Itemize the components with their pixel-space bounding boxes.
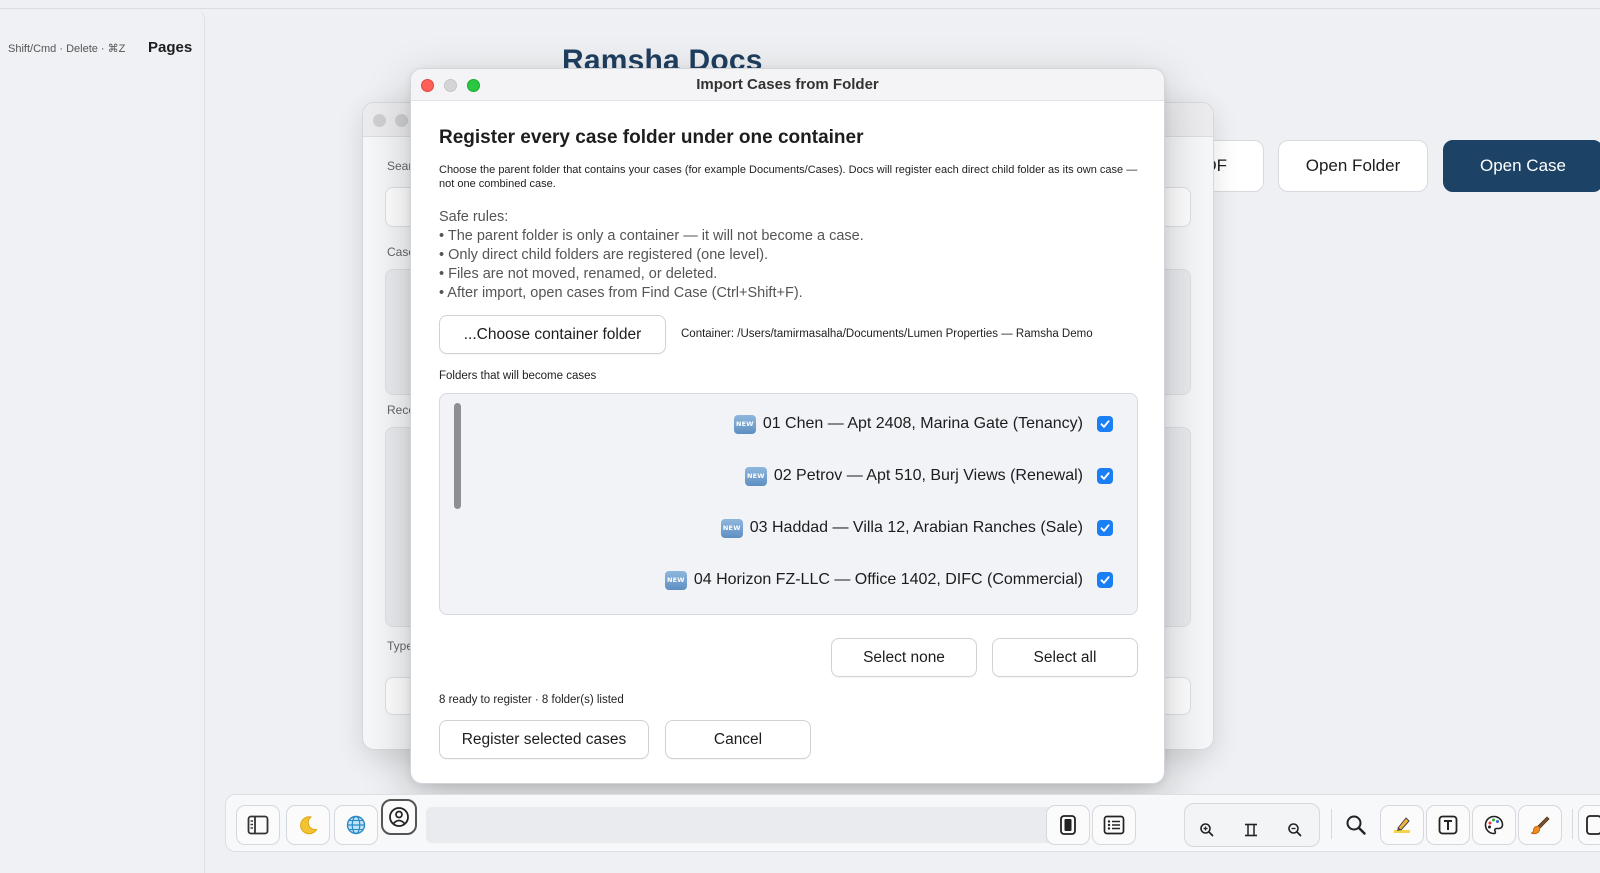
toolbar-divider <box>1331 809 1332 839</box>
folder-list[interactable]: NEW 01 Chen — Apt 2408, Marina Gate (Ten… <box>439 393 1138 615</box>
select-none-button[interactable]: Select none <box>831 638 977 677</box>
palette-icon[interactable] <box>1472 805 1516 845</box>
fit-width-icon[interactable] <box>1231 808 1271 852</box>
dialog-heading: Register every case folder under one con… <box>439 127 864 148</box>
dialog-title: Import Cases from Folder <box>696 76 879 93</box>
folder-row[interactable]: NEW 04 Horizon FZ-LLC — Office 1402, DIF… <box>664 568 1113 592</box>
sidebar-title: Pages <box>148 39 193 56</box>
toolbar-field[interactable] <box>426 807 1066 843</box>
zoom-out-icon[interactable] <box>1275 808 1315 852</box>
sidebar-shortcut-hint: Shift/Cmd · Delete · ⌘Z <box>8 43 126 55</box>
select-all-button[interactable]: Select all <box>992 638 1138 677</box>
rule-item: • Only direct child folders are register… <box>439 247 769 263</box>
zoom-controls <box>1184 803 1320 847</box>
sidebar-icon[interactable] <box>236 805 280 845</box>
text-box-icon[interactable] <box>1426 805 1470 845</box>
dialog-description: Choose the parent folder that contains y… <box>439 164 1138 190</box>
user-circle-icon[interactable] <box>381 799 417 835</box>
folder-name: 04 Horizon FZ-LLC — Office 1402, DIFC (C… <box>693 571 1083 588</box>
dialog-titlebar: Import Cases from Folder <box>411 69 1164 101</box>
toolbar-divider <box>1572 809 1573 839</box>
register-selected-cases-button[interactable]: Register selected cases <box>439 720 649 759</box>
list-icon[interactable] <box>1092 805 1136 845</box>
new-badge-icon: NEW <box>733 414 756 434</box>
new-badge-icon: NEW <box>664 570 687 590</box>
safe-rules-title: Safe rules: <box>439 209 509 225</box>
folder-checkbox[interactable] <box>1097 520 1113 536</box>
search-label: Sear <box>387 159 413 173</box>
folder-row[interactable]: NEW 02 Petrov — Apt 510, Burj Views (Ren… <box>744 464 1113 488</box>
scrollbar-thumb[interactable] <box>454 403 461 509</box>
rule-item: • Files are not moved, renamed, or delet… <box>439 266 718 282</box>
new-badge-icon: NEW <box>720 518 743 538</box>
zoom-in-icon[interactable] <box>1187 808 1227 852</box>
open-case-button[interactable]: Open Case <box>1443 140 1600 192</box>
open-folder-button[interactable]: Open Folder <box>1278 140 1428 192</box>
page-icon[interactable] <box>1046 805 1090 845</box>
new-badge-icon: NEW <box>744 466 767 486</box>
brush-icon[interactable] <box>1518 805 1562 845</box>
more-icon[interactable] <box>1578 805 1600 845</box>
top-divider <box>0 8 1600 9</box>
checkmark-icon <box>1100 576 1110 584</box>
folder-row[interactable]: NEW 03 Haddad — Villa 12, Arabian Ranche… <box>720 516 1113 540</box>
folder-checkbox[interactable] <box>1097 416 1113 432</box>
window-minimize-icon[interactable] <box>395 114 408 127</box>
checkmark-icon <box>1100 472 1110 480</box>
search-icon[interactable] <box>1334 805 1378 845</box>
folder-row[interactable]: NEW 01 Chen — Apt 2408, Marina Gate (Ten… <box>733 412 1113 436</box>
rule-item: • After import, open cases from Find Cas… <box>439 285 803 301</box>
choose-container-folder-button[interactable]: ...Choose container folder <box>439 315 666 354</box>
folder-name: 02 Petrov — Apt 510, Burj Views (Renewal… <box>773 467 1083 484</box>
rule-item: • The parent folder is only a container … <box>439 228 864 244</box>
globe-icon[interactable] <box>334 805 378 845</box>
sidebar: Shift/Cmd · Delete · ⌘Z Pages <box>0 10 205 873</box>
checkmark-icon <box>1100 524 1110 532</box>
container-path: Container: /Users/tamirmasalha/Documents… <box>681 328 1093 340</box>
safe-rules: Safe rules: • The parent folder is only … <box>439 208 1139 303</box>
bottom-toolbar <box>225 794 1600 852</box>
checkmark-icon <box>1100 420 1110 428</box>
highlighter-icon[interactable] <box>1380 805 1424 845</box>
import-dialog: Import Cases from Folder Register every … <box>410 68 1165 784</box>
window-close-icon[interactable] <box>373 114 386 127</box>
register-status: 8 ready to register · 8 folder(s) listed <box>439 694 624 706</box>
folder-checkbox[interactable] <box>1097 468 1113 484</box>
cancel-button[interactable]: Cancel <box>665 720 811 759</box>
folder-checkbox[interactable] <box>1097 572 1113 588</box>
folders-label: Folders that will become cases <box>439 370 597 382</box>
folder-name: 03 Haddad — Villa 12, Arabian Ranches (S… <box>749 519 1083 536</box>
folder-name: 01 Chen — Apt 2408, Marina Gate (Tenancy… <box>762 415 1083 432</box>
moon-icon[interactable] <box>286 805 330 845</box>
